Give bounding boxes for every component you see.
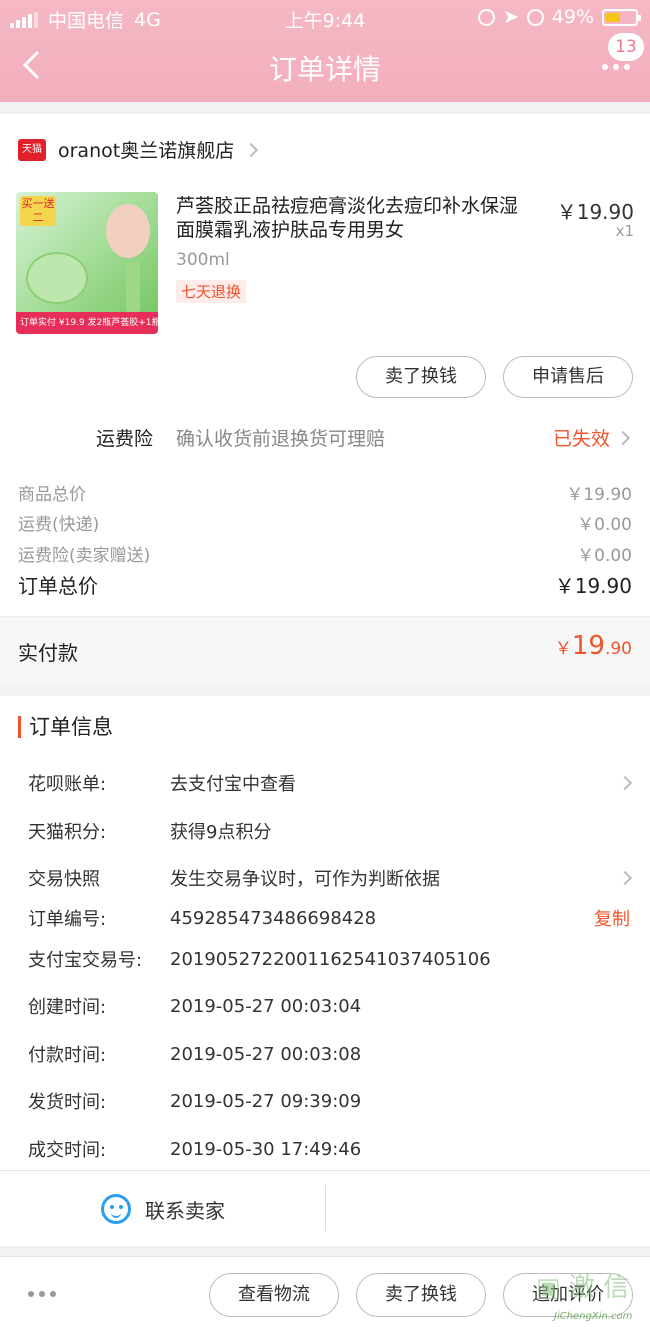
product-price: ￥19.90 bbox=[556, 200, 634, 224]
tmall-points-row: 天猫积分: 获得9点积分 bbox=[28, 822, 272, 843]
product-spec: 300ml bbox=[176, 250, 230, 270]
shipping-insurance-desc: 确认收货前退换货可理赔 bbox=[176, 428, 386, 450]
shop-name: oranot奥兰诺旗舰店 bbox=[58, 140, 235, 162]
shop-link[interactable]: 天猫 oranot奥兰诺旗舰店 bbox=[18, 136, 259, 163]
cost-label: 运费险(卖家赠送) bbox=[18, 546, 151, 566]
chevron-right-icon bbox=[617, 870, 633, 886]
created-time-row: 创建时间: 2019-05-27 00:03:04 bbox=[28, 995, 362, 1019]
shipped-time-row: 发货时间: 2019-05-27 09:39:09 bbox=[28, 1090, 362, 1114]
copy-button[interactable]: 复制 bbox=[594, 905, 630, 931]
rotation-lock-icon bbox=[477, 8, 495, 26]
battery-percent: 49% bbox=[551, 6, 594, 28]
divider bbox=[325, 1185, 326, 1231]
sell-for-cash-button-bottom[interactable]: 卖了换钱 bbox=[356, 1273, 486, 1317]
location-icon: ➤ bbox=[502, 6, 519, 28]
watermark-logo: ▣ 激 信 JiChengXin.com bbox=[536, 1273, 633, 1322]
alipay-trade-no-row: 支付宝交易号: 2019052722001162541037405106 bbox=[28, 948, 491, 972]
order-card: 天猫 oranot奥兰诺旗舰店 买一送二 订单实付 ¥19.9 发2瓶芦荟胶+1… bbox=[0, 114, 650, 684]
contact-seller-label: 联系卖家 bbox=[145, 1198, 225, 1223]
insurance-status-text: 已失效 bbox=[552, 428, 610, 450]
product-image-strip: 订单实付 ¥19.9 发2瓶芦荟胶+1瓶芦荟水 bbox=[16, 312, 158, 334]
product-image-tag: 买一送二 bbox=[20, 196, 56, 226]
contact-seller-button[interactable]: 联系卖家 bbox=[0, 1171, 326, 1247]
paid-value: ￥19.90 bbox=[554, 631, 632, 661]
cost-row: 商品总价 ￥19.90 bbox=[18, 480, 632, 505]
apply-after-sale-button[interactable]: 申请售后 bbox=[503, 356, 633, 398]
bottom-action-bar: 查看物流 卖了换钱 追加评价 ▣ 激 信 JiChengXin.com bbox=[0, 1256, 650, 1327]
order-total-row: 订单总价 ￥19.90 bbox=[18, 570, 632, 599]
product-image[interactable]: 买一送二 订单实付 ¥19.9 发2瓶芦荟胶+1瓶芦荟水 bbox=[16, 192, 158, 334]
alarm-icon bbox=[526, 8, 544, 26]
cost-label: 运费(快递) bbox=[18, 515, 100, 535]
status-bar: 中国电信 4G 上午9:44 ➤ 49% bbox=[0, 0, 650, 34]
cost-label: 商品总价 bbox=[18, 485, 86, 505]
product-quantity: x1 bbox=[615, 222, 634, 240]
cost-value: ￥0.00 bbox=[577, 546, 632, 566]
message-count-badge: 13 bbox=[608, 33, 644, 61]
view-logistics-button[interactable]: 查看物流 bbox=[209, 1273, 339, 1317]
contact-bar: 联系卖家 bbox=[0, 1170, 650, 1246]
cost-row: 运费(快递) ￥0.00 bbox=[18, 510, 632, 535]
cost-value: ￥19.90 bbox=[566, 485, 632, 505]
return-policy-tag: 七天退换 bbox=[176, 280, 247, 303]
cost-row: 运费险(卖家赠送) ￥0.00 bbox=[18, 541, 632, 566]
trade-snapshot-row[interactable]: 交易快照 发生交易争议时，可作为判断依据 bbox=[28, 865, 633, 891]
watermark-text: JiChengXin.com bbox=[554, 1311, 633, 1322]
cost-value: ￥0.00 bbox=[577, 515, 632, 535]
chevron-right-icon bbox=[244, 142, 259, 157]
customer-service-icon bbox=[101, 1194, 131, 1224]
tmall-logo-icon: 天猫 bbox=[18, 138, 46, 161]
chevron-right-icon bbox=[617, 775, 633, 791]
sell-for-cash-button[interactable]: 卖了换钱 bbox=[356, 356, 486, 398]
paid-time-row: 付款时间: 2019-05-27 00:03:08 bbox=[28, 1043, 362, 1067]
chevron-right-icon bbox=[615, 430, 631, 445]
huabei-bill-row[interactable]: 花呗账单: 去支付宝中查看 bbox=[28, 770, 633, 796]
more-icon[interactable] bbox=[602, 64, 630, 70]
order-number-row: 订单编号: 459285473486698428 复制 bbox=[28, 905, 630, 931]
order-total-label: 订单总价 bbox=[18, 574, 98, 598]
page-title: 订单详情 bbox=[268, 53, 381, 86]
order-info-card: 订单信息 花呗账单: 去支付宝中查看 天猫积分: 获得9点积分 交易快照 发生交… bbox=[0, 696, 650, 1246]
more-actions-icon[interactable] bbox=[28, 1291, 56, 1297]
order-detail-page: 中国电信 4G 上午9:44 ➤ 49% 订单详情 13 天猫 oranot奥兰… bbox=[0, 0, 650, 1327]
shipping-insurance-status[interactable]: 已失效 bbox=[552, 424, 631, 451]
paid-amount-row: 实付款 ￥19.90 bbox=[0, 616, 650, 684]
paid-label: 实付款 bbox=[18, 641, 78, 665]
section-title: 订单信息 bbox=[18, 716, 113, 738]
deal-time-row: 成交时间: 2019-05-30 17:49:46 bbox=[28, 1138, 362, 1162]
battery-icon bbox=[602, 8, 641, 26]
shipping-insurance-label: 运费险 bbox=[96, 428, 154, 450]
product-title[interactable]: 芦荟胶正品祛痘疤膏淡化去痘印补水保湿面膜霜乳液护肤品专用男女 bbox=[176, 194, 536, 242]
header: 中国电信 4G 上午9:44 ➤ 49% 订单详情 13 bbox=[0, 0, 650, 102]
order-total-value: ￥19.90 bbox=[554, 574, 632, 598]
